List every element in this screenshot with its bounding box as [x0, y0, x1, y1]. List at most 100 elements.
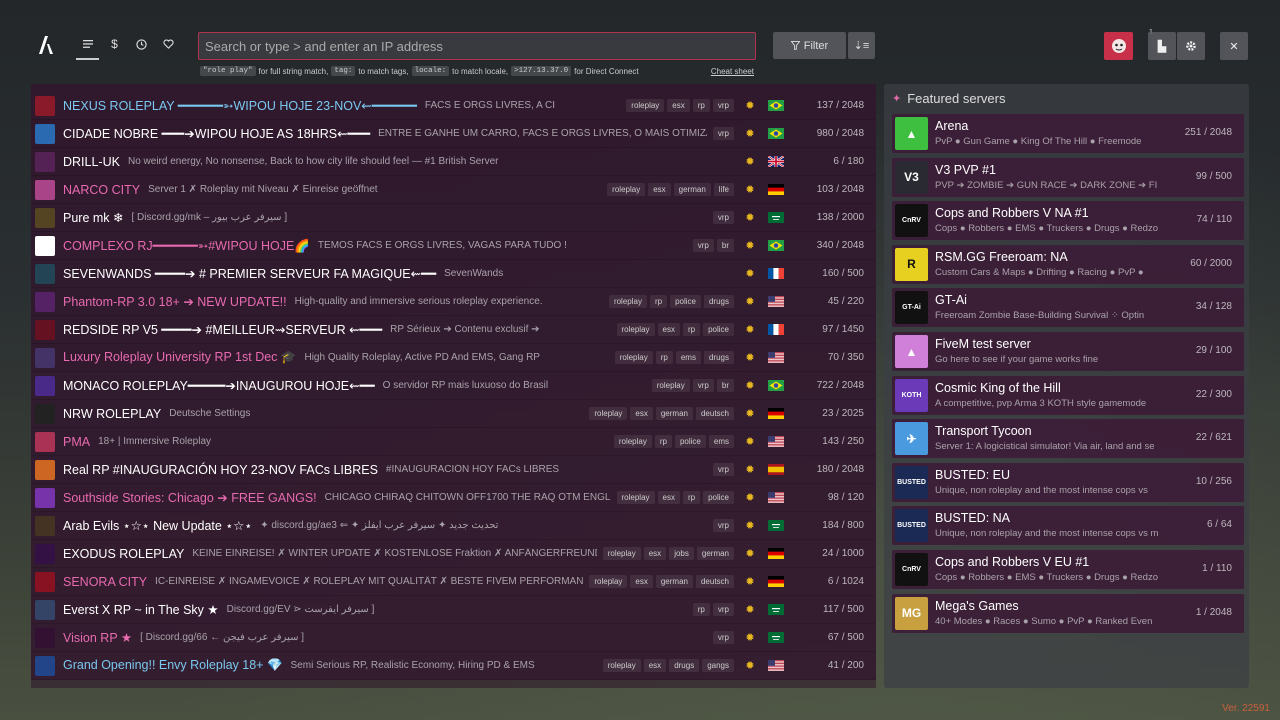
tag-chip[interactable]: jobs: [669, 547, 694, 560]
featured-server-item[interactable]: ▲ FiveM test server Go here to see if your…: [892, 332, 1244, 371]
server-row[interactable]: EXODUS ROLEPLAY KEINE EINREISE! ✗ WINTER …: [31, 540, 876, 568]
tag-chip[interactable]: roleplay: [613, 435, 652, 448]
tag-chip[interactable]: vrp: [712, 211, 734, 224]
tag-chip[interactable]: esx: [657, 323, 680, 336]
server-row[interactable]: REDSIDE RP V5 ━━━━➔ #MEILLEUR⇝SERVEUR ⇜━…: [31, 316, 876, 344]
server-row[interactable]: MONACO ROLEPLAY━━━━━➔INAUGUROU HOJE⇜━━ O …: [31, 372, 876, 400]
tag-chip[interactable]: police: [703, 323, 734, 336]
featured-server-item[interactable]: CnRV Cops and Robbers V NA #1 Cops ● Robbe…: [892, 201, 1244, 241]
tag-chip[interactable]: roleplay: [602, 547, 641, 560]
tag-chip[interactable]: roleplay: [626, 99, 665, 112]
server-row[interactable]: Everst X RP ~ in The Sky ★ Discord.gg/EV …: [31, 596, 876, 624]
featured-server-item[interactable]: V3 V3 PVP #1 PVP ➔ ZOMBIE ➔ GUN RACE ➔ DAR…: [892, 157, 1244, 197]
tag-chip[interactable]: br: [716, 379, 734, 392]
tag-chip[interactable]: rp: [692, 99, 710, 112]
server-row[interactable]: NARCO CITY Server 1 ✗ Roleplay mit Niveau…: [31, 176, 876, 204]
clock-icon[interactable]: [128, 32, 155, 56]
tag-chip[interactable]: gangs: [702, 659, 734, 672]
featured-server-item[interactable]: GT-Ai GT-Ai Freeroam Zombie Base-Building …: [892, 288, 1244, 328]
tag-chip[interactable]: vrp: [712, 603, 734, 616]
featured-server-item[interactable]: CnRV Cops and Robbers V EU #1 Cops ● Robbe…: [892, 550, 1244, 589]
tag-chip[interactable]: rp: [682, 491, 701, 504]
avatar[interactable]: [1104, 32, 1133, 60]
tag-chip[interactable]: vrp: [712, 519, 734, 532]
tag-chip[interactable]: life: [713, 183, 734, 196]
featured-server-item[interactable]: R RSM.GG Freeroam: NA Custom Cars & Maps ●…: [892, 244, 1244, 284]
tag-chip[interactable]: deutsch: [695, 575, 734, 588]
tag-chip[interactable]: esx: [657, 491, 680, 504]
tag-chip[interactable]: esx: [648, 183, 671, 196]
tag-chip[interactable]: roleplay: [614, 351, 653, 364]
server-row[interactable]: Real RP #INAUGURACIÓN HOY 23-NOV FACs LI…: [31, 456, 876, 484]
tag-chip[interactable]: roleplay: [651, 379, 690, 392]
tag-chip[interactable]: roleplay: [616, 323, 655, 336]
tag-chip[interactable]: roleplay: [607, 183, 646, 196]
tag-chip[interactable]: drugs: [703, 295, 734, 308]
tag-chip[interactable]: vrp: [692, 239, 714, 252]
server-row[interactable]: Luxury Roleplay University RP 1st Dec 🎓 H…: [31, 344, 876, 372]
dollar-icon[interactable]: $: [101, 32, 128, 56]
server-row[interactable]: NEXUS ROLEPLAY ━━━━━━➳WIPOU HOJE 23-NOV⇜…: [31, 92, 876, 120]
tag-chip[interactable]: deutsch: [695, 407, 734, 420]
tag-chip[interactable]: vrp: [712, 127, 734, 140]
tag-chip[interactable]: roleplay: [602, 659, 641, 672]
server-row[interactable]: Phantom-RP 3.0 18+ ➔ NEW UPDATE!! High-qu…: [31, 288, 876, 316]
featured-server-item[interactable]: ▲ Arena PvP ● Gun Game ● King Of The Hill …: [892, 114, 1244, 153]
tag-chip[interactable]: drugs: [703, 351, 734, 364]
server-row[interactable]: CIDADE NOBRE ━━━➔WIPOU HOJE AS 18HRS⇜━━━…: [31, 120, 876, 148]
tag-chip[interactable]: rp: [692, 603, 710, 616]
featured-server-item[interactable]: MG Mega's Games 40+ Modes ● Races ● Sumo ●…: [892, 593, 1244, 633]
sort-button[interactable]: ⇣≡: [848, 32, 875, 59]
server-row[interactable]: Arab Evils ⋆☆⋆ New Update ⋆☆⋆ ✦ discord.g…: [31, 512, 876, 540]
tag-chip[interactable]: police: [670, 295, 701, 308]
tag-chip[interactable]: esx: [630, 575, 653, 588]
tag-chip[interactable]: br: [716, 239, 734, 252]
tag-chip[interactable]: police: [703, 491, 734, 504]
tag-chip[interactable]: rp: [649, 295, 668, 308]
server-row[interactable]: PMA 18+ | Immersive Roleplay roleplay rp pol…: [31, 428, 876, 456]
close-button[interactable]: ✕: [1220, 32, 1248, 60]
server-row[interactable]: DRILL-UK No weird energy, No nonsense, Ba…: [31, 148, 876, 176]
server-row[interactable]: Vision RP ★ [ Discord.gg/66 ← سيرفر عرب ف…: [31, 624, 876, 652]
filter-button[interactable]: Filter: [773, 32, 846, 59]
tag-chip[interactable]: vrp: [712, 99, 734, 112]
server-row[interactable]: Pure mk ❄ [ Discord.gg/mk – سيرفر عرب بيو…: [31, 204, 876, 232]
tag-chip[interactable]: german: [696, 547, 734, 560]
tag-chip[interactable]: roleplay: [608, 295, 647, 308]
featured-server-item[interactable]: BUSTED BUSTED: NA Unique, non roleplay and…: [892, 506, 1244, 546]
server-row[interactable]: SEVENWANDS ━━━━➔ # PREMIER SERVEUR FA MA…: [31, 260, 876, 288]
tag-chip[interactable]: vrp: [712, 463, 734, 476]
settings-button[interactable]: [1177, 32, 1205, 60]
tag-chip[interactable]: esx: [643, 547, 667, 560]
featured-server-item[interactable]: KOTH Cosmic King of the Hill A competitive…: [892, 375, 1244, 415]
tag-chip[interactable]: vrp: [692, 379, 714, 392]
tag-chip[interactable]: roleplay: [589, 575, 628, 588]
cheat-sheet-link[interactable]: Cheat sheet: [711, 67, 754, 76]
server-row[interactable]: COMPLEXO RJ━━━━━━➳#WIPOU HOJE🌈 TEMOS FACS…: [31, 232, 876, 260]
server-row[interactable]: SENORA CITY IC-EINREISE ✗ INGAMEVOICE ✗ R…: [31, 568, 876, 596]
tag-chip[interactable]: esx: [667, 99, 690, 112]
server-row[interactable]: NRW ROLEPLAY Deutsche Settings roleplay esx…: [31, 400, 876, 428]
tag-chip[interactable]: esx: [630, 407, 653, 420]
list-icon[interactable]: [74, 32, 101, 60]
tag-chip[interactable]: german: [673, 183, 711, 196]
fivem-logo[interactable]: [36, 34, 56, 56]
tag-chip[interactable]: german: [655, 407, 693, 420]
tag-chip[interactable]: drugs: [669, 659, 700, 672]
tag-chip[interactable]: roleplay: [589, 407, 628, 420]
server-row[interactable]: Southside Stories: Chicago ➔ FREE GANGS!…: [31, 484, 876, 512]
tag-chip[interactable]: ems: [675, 351, 701, 364]
search-input[interactable]: [199, 33, 755, 59]
tag-chip[interactable]: police: [674, 435, 706, 448]
tag-chip[interactable]: ems: [708, 435, 734, 448]
tag-chip[interactable]: rp: [655, 351, 673, 364]
tag-chip[interactable]: german: [655, 575, 693, 588]
tag-chip[interactable]: rp: [682, 323, 701, 336]
server-row[interactable]: Grand Opening!! Envy Roleplay 18+ 💎 Semi …: [31, 652, 876, 680]
tag-chip[interactable]: vrp: [712, 631, 734, 644]
featured-server-item[interactable]: ✈ Transport Tycoon Server 1: A logicistica…: [892, 419, 1244, 459]
changelog-button[interactable]: ▙: [1148, 32, 1176, 60]
tag-chip[interactable]: rp: [654, 435, 672, 448]
tag-chip[interactable]: esx: [643, 659, 667, 672]
tag-chip[interactable]: roleplay: [616, 491, 655, 504]
